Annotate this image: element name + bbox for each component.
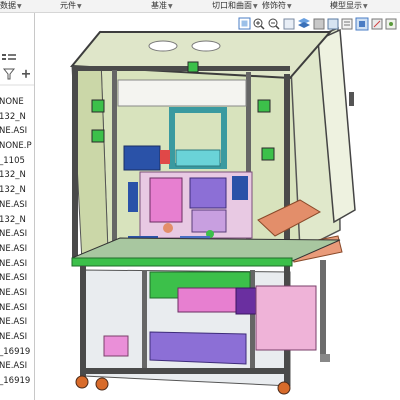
tree-item[interactable]: NE.ASI (0, 315, 34, 330)
leg-mid (142, 270, 147, 370)
sensor-box (91, 129, 105, 143)
front-top-beam (72, 66, 290, 71)
ribbon-group-label: 模型显示 (330, 1, 362, 10)
leg-mid (250, 270, 255, 370)
zoom-out-icon[interactable] (268, 18, 280, 30)
mid-left-post (112, 70, 117, 260)
ribbon-group-cut-surface[interactable]: 切口和曲面▼ (212, 0, 258, 13)
tree-item[interactable]: 132_N (0, 213, 34, 228)
upper-cover (117, 79, 247, 107)
chevron-down-icon: ▼ (253, 3, 258, 10)
top-vent-left (148, 40, 178, 52)
motor-block (123, 145, 161, 171)
top-vent-right (191, 40, 221, 52)
model-tree-tools (0, 41, 34, 87)
red-indicator (160, 150, 170, 164)
tree-item[interactable]: NE.ASI (0, 227, 34, 242)
ribbon-group-component[interactable]: 元件▼ (60, 0, 82, 13)
display-style-icon[interactable] (313, 18, 325, 30)
tree-item[interactable]: NE.ASI (0, 242, 34, 257)
front-left-post (72, 66, 78, 266)
purple-fixture (189, 177, 227, 209)
bottom-tray (149, 331, 247, 365)
ribbon-group-data[interactable]: 数据▼ (0, 0, 22, 13)
model-tree: NONE 132_N NE.ASI NONE.P _1105 132_N 132… (0, 95, 34, 389)
tree-item[interactable]: NE.ASI (0, 359, 34, 374)
door-handle (349, 92, 354, 106)
ribbon-group-label: 修饰符 (262, 1, 286, 10)
tree-item[interactable]: 132_N (0, 168, 34, 183)
tree-item[interactable]: NE.ASI (0, 271, 34, 286)
leveling-foot (320, 354, 330, 362)
chevron-down-icon: ▼ (17, 3, 22, 10)
tree-item[interactable]: NONE.P (0, 139, 34, 154)
view-manager-icon[interactable] (327, 18, 339, 30)
side-actuator (232, 176, 248, 200)
bottom-frame (84, 368, 290, 374)
graphics-viewport[interactable] (35, 13, 400, 400)
ribbon-group-modifiers[interactable]: 修饰符▼ (262, 0, 292, 13)
leg-back-right (320, 260, 326, 360)
tree-item[interactable]: _16919 (0, 374, 34, 389)
refit-icon[interactable] (238, 17, 251, 30)
gear (163, 223, 173, 233)
tree-item[interactable]: NE.ASI (0, 257, 34, 272)
leg-front-left (80, 266, 86, 382)
lower-fixture (191, 209, 227, 233)
tree-item[interactable]: _1105 (0, 154, 34, 169)
caster-wheel (277, 381, 291, 395)
list-icon[interactable] (2, 54, 16, 60)
caster-wheel (75, 375, 89, 389)
chevron-down-icon: ▼ (77, 3, 82, 10)
table-edge (71, 257, 293, 267)
add-icon[interactable] (22, 69, 30, 78)
view-toolbar (238, 16, 400, 31)
sensor-box (187, 61, 199, 73)
ribbon-group-label: 元件 (60, 1, 76, 10)
sensor-box (257, 99, 271, 113)
datum-display-icon[interactable] (371, 18, 383, 30)
chevron-down-icon: ▼ (363, 3, 368, 10)
model-tree-panel: NONE 132_N NE.ASI NONE.P _1105 132_N 132… (0, 13, 35, 400)
tree-item[interactable]: 132_N (0, 183, 34, 198)
saved-views-icon[interactable] (341, 18, 353, 30)
sensor-box (261, 147, 275, 161)
pink-box (103, 335, 129, 357)
tree-item[interactable]: NE.ASI (0, 124, 34, 139)
sensor-box (91, 99, 105, 113)
tree-item[interactable]: NE.ASI (0, 198, 34, 213)
tree-item[interactable]: NE.ASI (0, 301, 34, 316)
tree-item[interactable]: NE.ASI (0, 286, 34, 301)
caster-wheel (95, 377, 109, 391)
annotation-icon[interactable] (355, 17, 369, 31)
chevron-down-icon: ▼ (287, 3, 292, 10)
layer-icon[interactable] (298, 18, 310, 28)
ribbon-group-label: 切口和曲面 (212, 1, 252, 10)
repaint-icon[interactable] (283, 18, 295, 30)
filter-icon[interactable] (2, 68, 16, 80)
electrical-cabinet (255, 285, 317, 351)
zoom-in-icon[interactable] (253, 18, 265, 30)
tree-item[interactable]: NE.ASI (0, 330, 34, 345)
ribbon-group-label: 数据 (0, 1, 16, 10)
tree-item[interactable]: _16919 (0, 345, 34, 360)
machine-assembly-model (69, 26, 356, 395)
ribbon-group-datum[interactable]: 基准▼ (151, 0, 173, 13)
side-cylinder (128, 182, 138, 212)
tree-item[interactable]: NONE (0, 95, 34, 110)
ribbon-group-label: 基准 (151, 1, 167, 10)
spin-center-icon[interactable] (385, 18, 397, 30)
pink-fixture (149, 177, 183, 223)
gantry-base (175, 149, 221, 167)
tree-item[interactable]: 132_N (0, 110, 34, 125)
ribbon-bar: 数据▼ 元件▼ 基准▼ 切口和曲面▼ 修饰符▼ 模型显示▼ (0, 0, 400, 13)
ribbon-group-model-display[interactable]: 模型显示▼ (330, 0, 368, 13)
chevron-down-icon: ▼ (168, 3, 173, 10)
